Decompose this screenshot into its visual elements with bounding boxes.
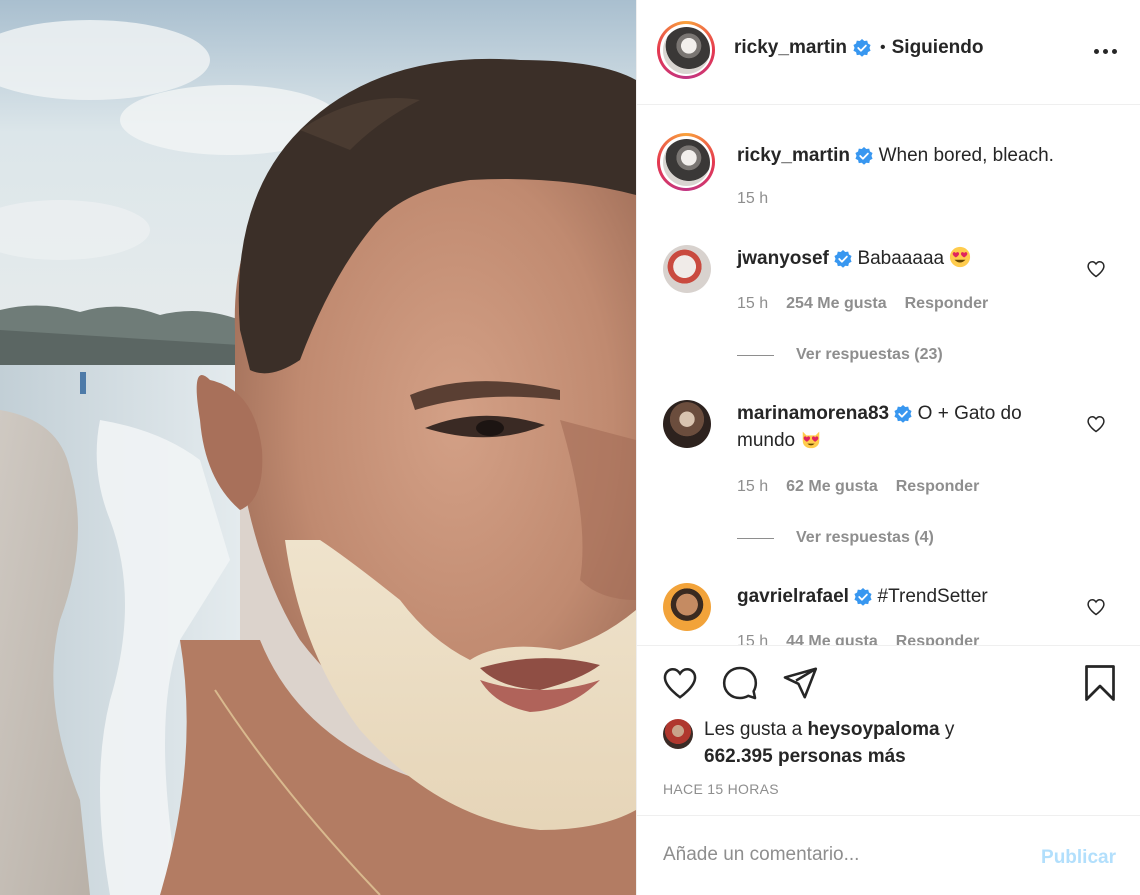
comment-avatar[interactable] (663, 245, 711, 293)
caption-text: ricky_martin When bored, bleach. (737, 145, 1054, 167)
comment-text: marinamorena83 O + Gato do mundo (737, 400, 1077, 454)
comment-meta: 15 h 254 Me gusta Responder (737, 295, 988, 313)
comment-body: O + Gato do (917, 403, 1022, 424)
view-replies-label: Ver respuestas (4) (796, 529, 934, 546)
like-comment-heart-icon[interactable] (1086, 414, 1106, 434)
reply-button[interactable]: Responder (905, 295, 989, 313)
comment-text: jwanyosef Babaaaaa (737, 245, 1077, 272)
verified-badge-icon (834, 249, 852, 268)
liker-avatar[interactable] (663, 719, 693, 749)
reply-button[interactable]: Responder (896, 478, 980, 496)
post-header: ricky_martin • Siguiendo (637, 0, 1140, 105)
more-options-icon[interactable] (1092, 40, 1118, 62)
comment-username[interactable]: jwanyosef (737, 248, 829, 269)
comment-hashtag-link[interactable]: #TrendSetter (878, 586, 988, 607)
like-comment-heart-icon[interactable] (1086, 259, 1106, 279)
comment-body-line2: mundo (737, 430, 796, 451)
replies-dash (737, 537, 774, 539)
comment-likes[interactable]: 44 Me gusta (786, 633, 878, 645)
view-replies-label: Ver respuestas (23) (796, 346, 943, 363)
comment-avatar[interactable] (663, 400, 711, 448)
caption-username[interactable]: ricky_martin (737, 145, 850, 166)
like-heart-icon[interactable] (661, 664, 699, 702)
comment-likes[interactable]: 62 Me gusta (786, 478, 878, 496)
reply-button[interactable]: Responder (896, 633, 980, 645)
photo-illustration (0, 0, 636, 895)
verified-badge-icon (854, 587, 872, 606)
author-line: ricky_martin • Siguiendo (734, 37, 983, 59)
publish-button[interactable]: Publicar (1041, 847, 1116, 869)
comment-time[interactable]: 15 h (737, 633, 768, 645)
likes-conj: y (944, 719, 955, 740)
save-bookmark-icon[interactable] (1082, 663, 1118, 703)
comment-username[interactable]: marinamorena83 (737, 403, 889, 424)
comment-body: Babaaaaa (857, 248, 945, 269)
like-comment-heart-icon[interactable] (1086, 597, 1106, 617)
comment-time[interactable]: 15 h (737, 478, 768, 496)
post-photo[interactable] (0, 0, 636, 895)
comment-username[interactable]: gavrielrafael (737, 586, 849, 607)
caption-body: When bored, bleach. (878, 145, 1054, 166)
view-replies-button[interactable]: Ver respuestas (23) (737, 346, 943, 364)
comment-avatar[interactable] (663, 583, 711, 631)
post-actions: Les gusta a heysoypaloma y 662.395 perso… (637, 645, 1140, 816)
following-button[interactable]: Siguiendo (892, 37, 984, 59)
view-replies-button[interactable]: Ver respuestas (4) (737, 529, 934, 547)
heart-eyes-emoji-icon (950, 246, 971, 268)
caption-avatar[interactable] (657, 133, 715, 191)
comment-likes[interactable]: 254 Me gusta (786, 295, 886, 313)
comment-time[interactable]: 15 h (737, 295, 768, 313)
likes-user[interactable]: heysoypaloma (808, 719, 940, 740)
author-avatar[interactable] (657, 21, 715, 79)
comment-meta: 15 h 44 Me gusta Responder (737, 633, 979, 645)
verified-badge-icon (855, 146, 873, 165)
heart-eyes-cat-emoji-icon (803, 431, 820, 449)
replies-dash (737, 354, 774, 356)
likes-prefix: Les gusta a (704, 719, 803, 740)
author-username[interactable]: ricky_martin (734, 37, 847, 59)
caption-time[interactable]: 15 h (737, 190, 768, 208)
comment-text: gavrielrafael #TrendSetter (737, 583, 1077, 610)
verified-badge-icon (894, 404, 912, 423)
likes-count[interactable]: 662.395 personas más (704, 743, 906, 770)
instagram-post: ricky_martin • Siguiendo ricky_martin Wh… (0, 0, 1140, 895)
comment-bubble-icon[interactable] (721, 664, 759, 702)
likes-line1: Les gusta a heysoypaloma y (704, 716, 954, 743)
comment-composer: Publicar (637, 815, 1140, 895)
share-paper-plane-icon[interactable] (781, 664, 819, 702)
verified-badge-icon (853, 39, 871, 57)
separator-dot: • (880, 39, 886, 56)
comment-input[interactable] (663, 844, 1003, 866)
comment-meta: 15 h 62 Me gusta Responder (737, 478, 979, 496)
post-side-panel: ricky_martin • Siguiendo ricky_martin Wh… (636, 0, 1140, 895)
post-timestamp[interactable]: HACE 15 HORAS (663, 781, 779, 797)
comments-list[interactable]: ricky_martin When bored, bleach. 15 h jw… (637, 105, 1140, 645)
